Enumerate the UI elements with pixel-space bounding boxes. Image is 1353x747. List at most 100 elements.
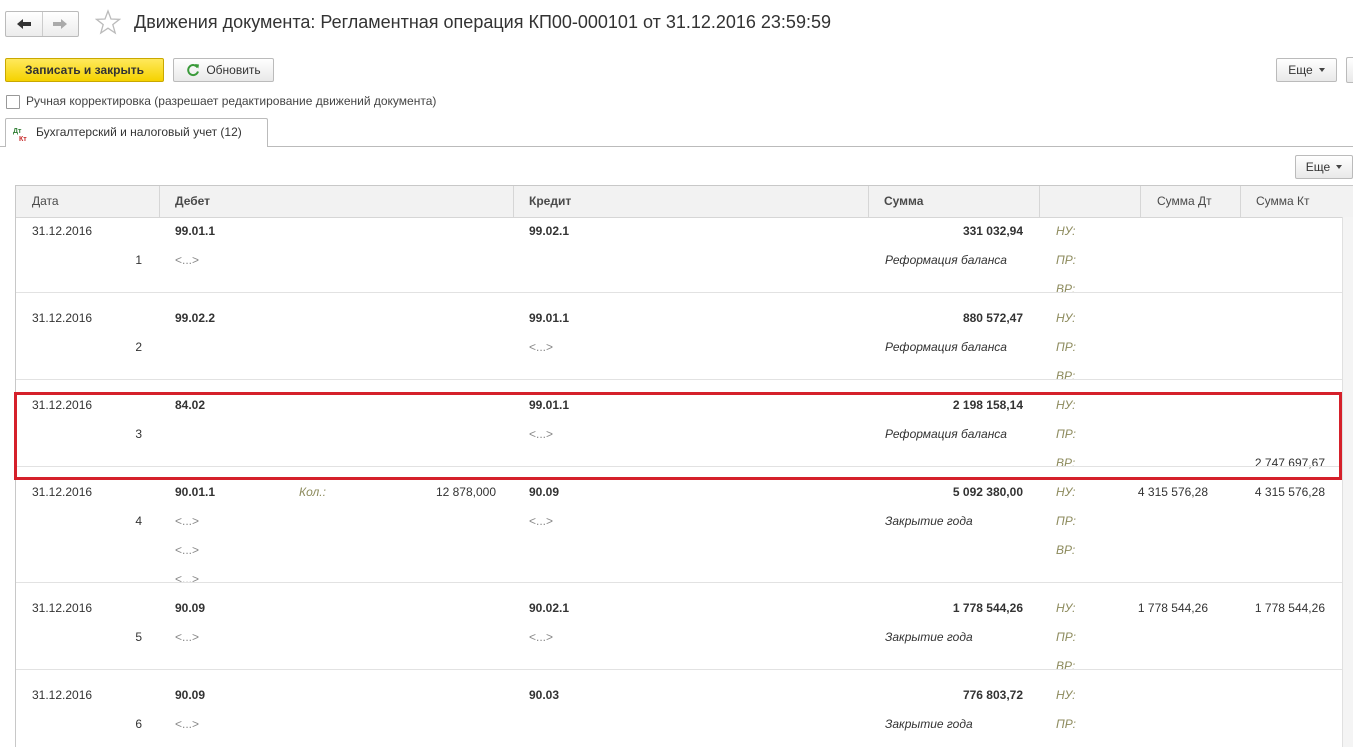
row-nu-sum-kt: 4 315 576,28 xyxy=(1254,485,1325,499)
forward-button[interactable] xyxy=(41,12,79,36)
column-header-sum[interactable]: Сумма xyxy=(884,194,923,208)
row-date: 31.12.2016 xyxy=(32,311,93,325)
tab-strip-border-left xyxy=(0,146,5,147)
row-content: Реформация баланса xyxy=(885,340,1007,354)
row-sum: 5 092 380,00 xyxy=(952,485,1023,499)
column-header-date[interactable]: Дата xyxy=(32,194,59,208)
more-button[interactable]: Еще xyxy=(1276,58,1337,82)
column-header-sum-kt[interactable]: Сумма Кт xyxy=(1256,194,1310,208)
chevron-down-icon xyxy=(1336,165,1343,169)
row-sum: 331 032,94 xyxy=(962,224,1023,238)
row-label-pr: ПР: xyxy=(1056,253,1076,267)
column-divider xyxy=(868,186,869,217)
row-divider xyxy=(16,379,1342,380)
row-credit-subconto: <...> xyxy=(529,514,554,528)
row-debit-subconto: <...> xyxy=(175,543,200,557)
chevron-down-icon xyxy=(1318,68,1325,72)
vertical-scrollbar[interactable] xyxy=(1342,217,1353,747)
row-credit-subconto: <...> xyxy=(529,630,554,644)
row-label-vr: ВР: xyxy=(1056,369,1076,383)
row-content: Закрытие года xyxy=(885,514,973,528)
row-debit-account: 90.09 xyxy=(175,688,206,702)
row-credit-account: 90.09 xyxy=(529,485,560,499)
refresh-button[interactable]: Обновить xyxy=(173,58,274,82)
row-content: Закрытие года xyxy=(885,717,973,731)
row-date: 31.12.2016 xyxy=(32,601,93,615)
row-label-pr: ПР: xyxy=(1056,630,1076,644)
row-label-nu: НУ: xyxy=(1056,688,1076,702)
column-divider xyxy=(1240,186,1241,217)
row-debit-account: 90.01.1 xyxy=(175,485,216,499)
arrow-left-icon xyxy=(16,19,31,29)
row-content: Закрытие года xyxy=(885,630,973,644)
arrow-right-icon xyxy=(53,19,68,29)
row-credit-subconto: <...> xyxy=(529,340,554,354)
row-nu-sum-kt: 1 778 544,26 xyxy=(1254,601,1325,615)
svg-text:Кт: Кт xyxy=(19,136,27,142)
row-credit-account: 90.03 xyxy=(529,688,560,702)
row-number: 5 xyxy=(135,630,142,644)
row-label-vr: ВР: xyxy=(1056,282,1076,296)
table-more-button[interactable]: Еще xyxy=(1295,155,1353,179)
more-label: Еще xyxy=(1288,63,1313,77)
row-debit-subconto: <...> xyxy=(175,717,200,731)
row-debit-account: 99.01.1 xyxy=(175,224,216,238)
row-divider xyxy=(16,582,1342,583)
refresh-icon xyxy=(187,64,200,76)
row-label-nu: НУ: xyxy=(1056,601,1076,615)
row-label-vr: ВР: xyxy=(1056,543,1076,557)
favorite-star-icon[interactable] xyxy=(95,9,121,35)
row-credit-account: 99.02.1 xyxy=(529,224,570,238)
row-label-pr: ПР: xyxy=(1056,717,1076,731)
manual-correction-label: Ручная корректировка (разрешает редактир… xyxy=(26,94,437,108)
row-divider xyxy=(16,669,1342,670)
svg-text:Дт: Дт xyxy=(13,128,22,135)
row-debit-account: 99.02.2 xyxy=(175,311,216,325)
row-label-pr: ПР: xyxy=(1056,514,1076,528)
save-and-close-button[interactable]: Записать и закрыть xyxy=(5,58,164,82)
column-divider xyxy=(1039,186,1040,217)
page-title: Движения документа: Регламентная операци… xyxy=(134,12,831,32)
row-sum: 880 572,47 xyxy=(962,311,1023,325)
refresh-label: Обновить xyxy=(206,63,261,77)
row-credit-account: 90.02.1 xyxy=(529,601,570,615)
highlight-frame xyxy=(14,392,1342,480)
row-divider xyxy=(16,292,1342,293)
column-header-sum-dt[interactable]: Сумма Дт xyxy=(1157,194,1212,208)
extra-toolbar-button[interactable] xyxy=(1346,57,1353,83)
row-sum: 776 803,72 xyxy=(962,688,1023,702)
row-number: 1 xyxy=(135,253,142,267)
row-nu-sum-dt: 1 778 544,26 xyxy=(1137,601,1208,615)
row-number: 2 xyxy=(135,340,142,354)
row-quantity-label: Кол.: xyxy=(299,485,326,499)
row-number: 6 xyxy=(135,717,142,731)
row-content: Реформация баланса xyxy=(885,253,1007,267)
row-debit-account: 90.09 xyxy=(175,601,206,615)
row-debit-subconto: <...> xyxy=(175,572,200,586)
row-debit-subconto: <...> xyxy=(175,630,200,644)
back-button[interactable] xyxy=(6,12,42,36)
row-label-vr: ВР: xyxy=(1056,659,1076,673)
column-divider xyxy=(513,186,514,217)
tab-accounting-label: Бухгалтерский и налоговый учет (12) xyxy=(36,125,242,139)
row-label-nu: НУ: xyxy=(1056,224,1076,238)
table-more-label: Еще xyxy=(1305,160,1331,174)
row-nu-sum-dt: 4 315 576,28 xyxy=(1137,485,1208,499)
row-date: 31.12.2016 xyxy=(32,688,93,702)
row-label-nu: НУ: xyxy=(1056,485,1076,499)
table-header: Дата Дебет Кредит Сумма Сумма Дт Сумма К… xyxy=(16,186,1353,218)
row-label-pr: ПР: xyxy=(1056,340,1076,354)
row-number: 4 xyxy=(135,514,142,528)
column-header-credit[interactable]: Кредит xyxy=(529,194,571,208)
navigation-buttons xyxy=(5,11,79,37)
row-sum: 1 778 544,26 xyxy=(952,601,1023,615)
tab-strip-border xyxy=(268,146,1353,147)
row-debit-subconto: <...> xyxy=(175,253,200,267)
row-credit-account: 99.01.1 xyxy=(529,311,570,325)
dt-kt-icon: Дт Кт xyxy=(13,128,27,142)
manual-correction-checkbox[interactable] xyxy=(6,95,20,109)
row-date: 31.12.2016 xyxy=(32,485,93,499)
column-divider xyxy=(1140,186,1141,217)
column-divider xyxy=(159,186,160,217)
column-header-debit[interactable]: Дебет xyxy=(175,194,210,208)
